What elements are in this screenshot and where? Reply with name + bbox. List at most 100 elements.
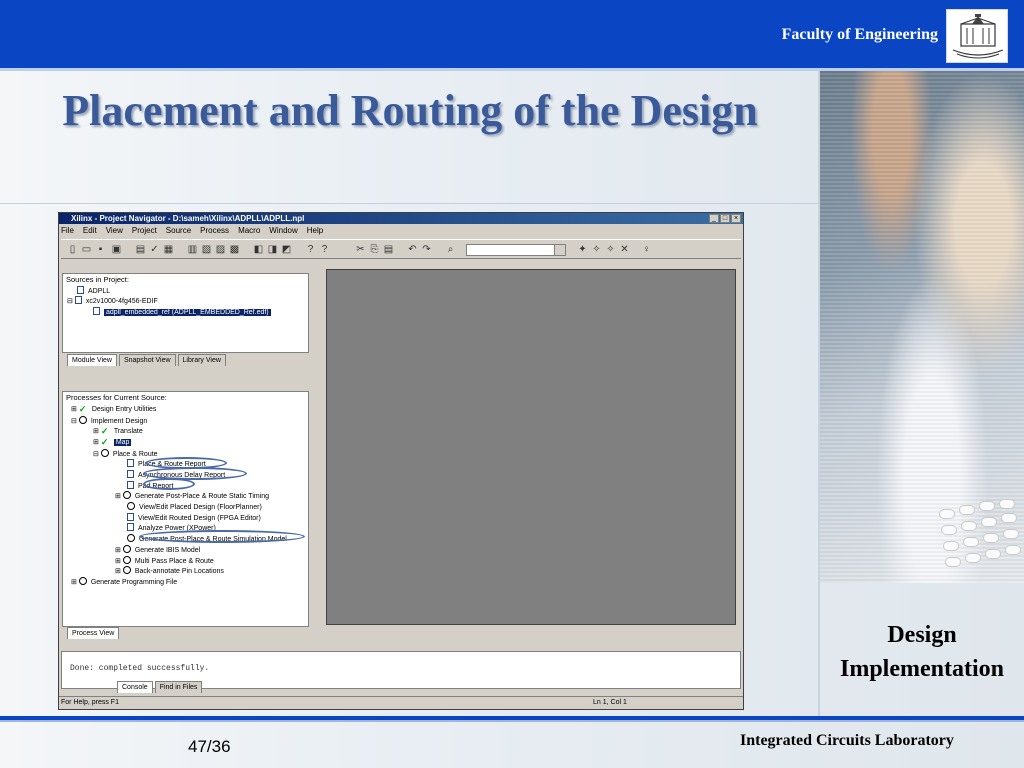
- footer-underline: [0, 720, 1024, 722]
- page-number: 47/36: [188, 737, 231, 756]
- process-item[interactable]: ⊞ Generate Programming File: [71, 577, 177, 587]
- editor-icon: [127, 513, 134, 521]
- section-label: Design Implementation: [840, 622, 1004, 682]
- source-item[interactable]: ⊟ xc2v1000-4fg456-EDIF: [67, 296, 158, 306]
- building-logo-icon: [952, 14, 1004, 59]
- context-help-icon[interactable]: ?: [319, 244, 330, 255]
- status-position: Ln 1, Col 1: [593, 699, 627, 706]
- view-icon[interactable]: ◧: [253, 244, 264, 255]
- status-help: For Help, press F1: [61, 699, 119, 706]
- process-icon: [122, 556, 131, 564]
- bookmark-icon[interactable]: ✦: [577, 244, 588, 255]
- process-icon: [78, 416, 87, 424]
- process-item[interactable]: ⊟ Place & Route: [93, 449, 158, 459]
- menu-edit[interactable]: Edit: [83, 225, 97, 236]
- university-logo: [946, 9, 1008, 63]
- source-item-selected[interactable]: adpll_embedded_ref (ADPLL_EMBEDDED_Ref.e…: [93, 307, 271, 317]
- menu-process[interactable]: Process: [200, 225, 229, 236]
- process-item[interactable]: View/Edit Routed Design (FPGA Editor): [127, 513, 261, 523]
- lab-label: Integrated Circuits Laboratory: [740, 732, 954, 749]
- menu-help[interactable]: Help: [307, 225, 323, 236]
- save-icon[interactable]: ▪: [95, 244, 106, 255]
- process-icon: [127, 502, 135, 510]
- process-item[interactable]: ⊞ ✓ Translate: [93, 427, 143, 436]
- add-source-icon[interactable]: ▥: [187, 244, 198, 255]
- menu-view[interactable]: View: [106, 225, 123, 236]
- redo-icon[interactable]: ↷: [421, 244, 432, 255]
- editor-icon: [127, 523, 134, 531]
- save-all-icon[interactable]: ▣: [111, 244, 122, 255]
- tab-process-view[interactable]: Process View: [67, 627, 120, 639]
- tab-find-in-files[interactable]: Find in Files: [154, 681, 203, 693]
- project-icon[interactable]: ▤: [135, 244, 146, 255]
- tab-console[interactable]: Console: [117, 681, 153, 693]
- process-icon: [122, 566, 131, 574]
- process-item[interactable]: ⊞ ✓ Map: [93, 438, 132, 447]
- next-bookmark-icon[interactable]: ✧: [591, 244, 602, 255]
- device-icon: [74, 296, 82, 304]
- report-icon: [127, 481, 134, 489]
- cut-icon[interactable]: ✂: [355, 244, 366, 255]
- new-file-icon[interactable]: ▯: [67, 244, 78, 255]
- find-icon[interactable]: ⌕: [445, 244, 456, 255]
- window-title: Xilinx - Project Navigator - D:\sameh\Xi…: [59, 213, 743, 224]
- lightbulb-icon[interactable]: ♀: [641, 244, 652, 255]
- view2-icon[interactable]: ◨: [267, 244, 278, 255]
- processes-pane: Processes for Current Source: ⊞ ✓ Design …: [62, 391, 309, 627]
- prev-bookmark-icon[interactable]: ✧: [605, 244, 616, 255]
- process-item[interactable]: View/Edit Placed Design (FloorPlanner): [127, 502, 262, 512]
- open-folder-icon[interactable]: ▭: [81, 244, 92, 255]
- menu-window[interactable]: Window: [269, 225, 297, 236]
- process-tabs: Process View: [67, 627, 120, 639]
- process-item[interactable]: ⊞ Generate Post-Place & Route Static Tim…: [115, 491, 269, 501]
- source-item[interactable]: ADPLL: [77, 286, 110, 296]
- find-combo[interactable]: [466, 244, 566, 256]
- clear-bookmark-icon[interactable]: ✕: [619, 244, 630, 255]
- menu-file[interactable]: File: [61, 225, 74, 236]
- process-icon: [78, 577, 87, 585]
- check-icon[interactable]: ✓: [149, 244, 160, 255]
- report-icon: [127, 459, 134, 467]
- hierarchy-icon[interactable]: ◩: [281, 244, 292, 255]
- undo-icon[interactable]: ↶: [407, 244, 418, 255]
- menu-project[interactable]: Project: [132, 225, 157, 236]
- tab-snapshot-view[interactable]: Snapshot View: [118, 354, 176, 366]
- process-item[interactable]: ⊞ Generate IBIS Model: [115, 545, 200, 555]
- paste-icon[interactable]: ▤: [383, 244, 394, 255]
- window-controls: _ □ ×: [709, 214, 741, 223]
- chip-icon: [77, 286, 84, 294]
- menu-bar: File Edit View Project Source Process Ma…: [61, 225, 323, 236]
- project-navigator-window: Xilinx - Project Navigator - D:\sameh\Xi…: [58, 212, 744, 710]
- tab-module-view[interactable]: Module View: [67, 354, 117, 366]
- side-divider: [818, 71, 820, 719]
- keypad-decoration: [930, 500, 1024, 580]
- maximize-icon[interactable]: □: [720, 214, 730, 223]
- process-item[interactable]: ⊞ Multi Pass Place & Route: [115, 556, 214, 566]
- sources-header: Sources in Project:: [66, 275, 129, 284]
- minimize-icon[interactable]: _: [709, 214, 719, 223]
- title-divider: [0, 203, 818, 204]
- properties-icon[interactable]: ▩: [229, 244, 240, 255]
- process-item[interactable]: ⊟ Implement Design: [71, 416, 147, 426]
- help-icon[interactable]: ?: [305, 244, 316, 255]
- process-item[interactable]: ⊞ Back-annotate Pin Locations: [115, 566, 224, 576]
- remove-icon[interactable]: ▨: [215, 244, 226, 255]
- menu-source[interactable]: Source: [166, 225, 191, 236]
- process-item[interactable]: ⊞ ✓ Design Entry Utilities: [71, 405, 156, 414]
- faculty-label: Faculty of Engineering: [781, 26, 938, 43]
- highlight-oval: [139, 530, 305, 543]
- add-copy-icon[interactable]: ▧: [201, 244, 212, 255]
- close-icon[interactable]: ×: [731, 214, 741, 223]
- process-icon: [122, 491, 131, 499]
- source-tabs: Module View Snapshot View Library View: [67, 354, 226, 366]
- sources-pane: Sources in Project: ADPLL ⊟ xc2v1000-4fg…: [62, 273, 309, 353]
- process-icon: [127, 534, 135, 542]
- tab-library-view[interactable]: Library View: [177, 354, 226, 366]
- console-tabs: Console Find in Files: [117, 681, 203, 693]
- slide-title: Placement and Routing of the Design: [62, 86, 758, 135]
- copy-icon[interactable]: ⎘: [369, 244, 380, 255]
- file-icon: [93, 307, 100, 315]
- menu-macro[interactable]: Macro: [238, 225, 260, 236]
- doc-icon[interactable]: ▦: [163, 244, 174, 255]
- highlight-oval: [143, 478, 195, 490]
